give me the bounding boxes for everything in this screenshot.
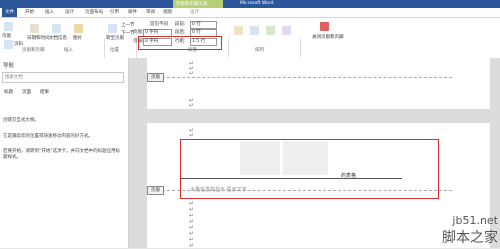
context-group-label: 页眉和页脚工具 xyxy=(176,2,208,7)
header-tag-lower: 页眉 xyxy=(147,186,164,195)
first-page-option[interactable]: 首页不同 xyxy=(150,21,168,27)
tab-references[interactable]: 引用 xyxy=(110,8,119,17)
tab-home[interactable]: 开始 xyxy=(25,8,34,17)
paragraph-mark: ↵ xyxy=(189,132,195,139)
header-boundary-upper xyxy=(162,77,452,78)
selection-pane-icon xyxy=(282,26,291,35)
picture-button[interactable]: 图片 xyxy=(73,35,82,41)
text-icon xyxy=(234,26,243,35)
date-time-button[interactable]: 日期和时间 xyxy=(27,35,50,41)
header-icon xyxy=(4,22,13,31)
nav-tab-pages[interactable]: 页面 xyxy=(22,89,31,95)
paragraph-mark: ↵ xyxy=(189,70,195,77)
picture-icon xyxy=(74,24,83,33)
ribbon: 页眉 页码 日期和时间 文档信息 图片 转至页眉 上一节 下一节 首页不同 页眉… xyxy=(0,18,500,74)
tab-design[interactable]: 设计 xyxy=(65,8,74,17)
tab-mailings[interactable]: 邮件 xyxy=(128,8,137,17)
nav-search-placeholder: 搜索文档 xyxy=(5,75,23,80)
watermark: jb51.net 脚本之家 xyxy=(442,214,498,247)
tab-view[interactable]: 视图 xyxy=(163,8,172,17)
group-label-insert: 插入 xyxy=(64,48,73,53)
space-before-input[interactable]: 0 行 xyxy=(190,21,217,29)
context-tab-group: 页眉和页脚工具 xyxy=(173,0,223,8)
tab-header-design[interactable]: 设计 xyxy=(190,8,199,17)
nav-tab-results[interactable]: 结果 xyxy=(40,89,49,95)
doc-info-button[interactable]: 文档信息 xyxy=(49,35,67,41)
navigation-pane: 导航 搜索文档 标题 页面 结果 创建交互式大纲。 它是跟踪您的位置或快速移动内… xyxy=(0,58,129,248)
space-before-label: 段前: xyxy=(175,22,186,27)
watermark-url: jb51.net xyxy=(452,214,498,227)
tab-file[interactable]: 文件 xyxy=(2,8,17,17)
nav-hint-line-2: 它是跟踪您的位置或快速移动内容的好方式。 xyxy=(3,134,93,139)
header-tag-upper: 页眉 xyxy=(147,73,164,82)
group-label-position: 位置 xyxy=(110,48,119,53)
goto-header-icon xyxy=(108,24,117,33)
tab-insert[interactable]: 插入 xyxy=(45,8,54,17)
nav-hint-line-3: 若要开始，请转到“开始”选项卡，并向文档中的标题应用标题样式。 xyxy=(3,149,121,160)
space-after-label: 段后: xyxy=(175,30,186,35)
paragraph-mark: ↵ xyxy=(189,102,195,109)
group-label-header-footer: 页眉和页脚 xyxy=(22,48,45,53)
page-number-icon xyxy=(4,40,13,49)
nav-tab-headings[interactable]: 标题 xyxy=(4,89,13,95)
highlight-box-spacing xyxy=(138,36,222,50)
watermark-cn: 脚本之家 xyxy=(442,230,498,246)
date-time-icon xyxy=(30,24,39,33)
doc-info-icon xyxy=(52,24,61,33)
window-title: Microsoft Word xyxy=(240,1,274,6)
previous-button[interactable]: 上一节 xyxy=(121,22,135,28)
close-header-footer-icon[interactable] xyxy=(320,22,329,31)
header-button[interactable]: 页眉 xyxy=(2,33,11,39)
highlight-box-header xyxy=(180,139,439,199)
align-icon xyxy=(266,26,275,35)
ribbon-tab-bar: 文件 开始 插入 设计 页面布局 引用 邮件 审阅 视图 设计 xyxy=(0,8,500,18)
arrange-icon xyxy=(250,26,259,35)
nav-hint-line-1: 创建交互式大纲。 xyxy=(3,118,39,123)
page-upper xyxy=(147,58,490,109)
nav-title: 导航 xyxy=(3,63,15,69)
group-label-arrange: 排列 xyxy=(255,48,264,53)
tab-review[interactable]: 审阅 xyxy=(146,8,155,17)
tab-layout[interactable]: 页面布局 xyxy=(85,8,103,17)
close-header-footer-button[interactable]: 关闭页眉和页脚 xyxy=(312,34,344,40)
nav-search-input[interactable]: 搜索文档 xyxy=(2,72,124,83)
